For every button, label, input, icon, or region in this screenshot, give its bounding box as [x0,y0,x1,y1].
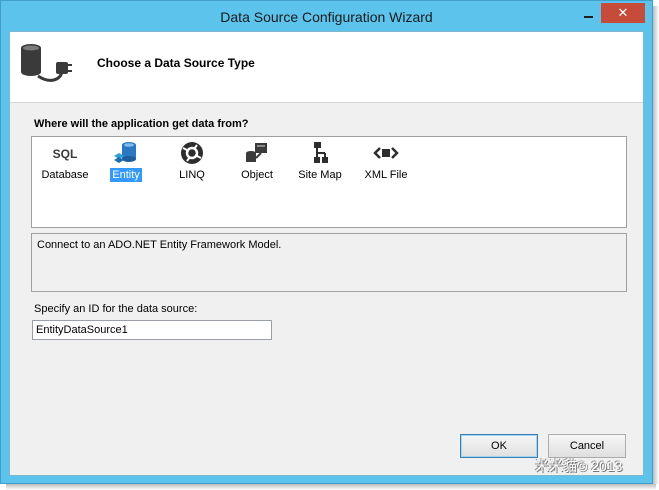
svg-text:SQL: SQL [53,147,78,161]
xml-icon [373,147,399,159]
source-type-database[interactable]: SQL Database [35,137,95,187]
window-title: Data Source Configuration Wizard [220,9,433,25]
source-type-description-box: Connect to an ADO.NET Entity Framework M… [31,233,627,292]
sql-icon: SQL [53,147,78,161]
source-type-label: Entity [110,168,142,182]
close-button[interactable]: ✕ [601,3,645,23]
watermark: 米米貓© 2013 [535,458,623,474]
ok-button[interactable]: OK [460,434,538,458]
wizard-header: Choose a Data Source Type [10,32,643,103]
minimize-button[interactable] [577,3,599,23]
window-shadow-bottom [6,484,656,490]
header-title: Choose a Data Source Type [97,56,255,70]
object-icon [246,143,267,162]
cancel-button[interactable]: Cancel [548,434,626,458]
source-type-description: Connect to an ADO.NET Entity Framework M… [37,239,282,251]
entity-database-icon [114,142,136,163]
source-type-label: Database [41,169,89,181]
source-type-xml[interactable]: XML File [356,137,416,187]
source-type-label: XML File [364,169,408,181]
source-type-entity[interactable]: Entity [96,137,156,187]
dialog-body: Choose a Data Source Type Where will the… [9,31,644,476]
source-type-prompt: Where will the application get data from… [34,118,249,130]
data-source-id-label: Specify an ID for the data source: [34,303,198,315]
source-type-linq[interactable]: LINQ [162,137,222,187]
database-plug-icon [21,44,72,82]
minimize-icon [584,16,593,18]
linq-icon [181,142,203,164]
window-shadow-right [653,6,659,484]
wizard-window: Data Source Configuration Wizard ✕ Choos… [0,0,653,484]
source-type-label: Site Map [298,169,342,181]
source-type-list: SQL Database Entity LINQ Object Site Map… [31,136,627,228]
source-type-object[interactable]: Object [227,137,287,187]
source-type-label: Object [241,169,273,181]
close-icon: ✕ [617,5,629,20]
sitemap-icon [314,142,328,163]
source-type-label: LINQ [179,169,205,181]
source-type-sitemap[interactable]: Site Map [290,137,350,187]
data-source-id-input[interactable] [32,320,272,340]
